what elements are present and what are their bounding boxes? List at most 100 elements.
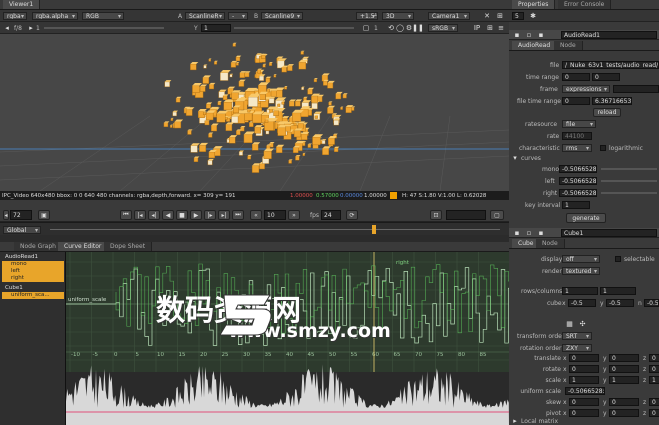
axis-move-icon[interactable]: ✣ bbox=[578, 319, 587, 328]
a-op-select[interactable]: - bbox=[228, 12, 248, 20]
file-field[interactable]: /_Nuke_63v1_tests/audio_read/a bbox=[562, 61, 659, 69]
cube-float-icon[interactable]: ▪ bbox=[537, 229, 545, 237]
transform-value-field[interactable]: 1 bbox=[569, 376, 599, 384]
tab-cube-node[interactable]: Node bbox=[536, 239, 565, 248]
viewer-canvas[interactable] bbox=[0, 34, 509, 191]
mono-slider[interactable] bbox=[601, 168, 657, 170]
cube-node-name[interactable]: Cube1 bbox=[561, 229, 657, 237]
file-time-range-start[interactable]: 0 bbox=[562, 97, 590, 105]
mono-field[interactable]: -0.5066528: bbox=[559, 165, 597, 173]
step-value[interactable]: 10 bbox=[264, 210, 286, 220]
step-back-button[interactable]: « bbox=[250, 210, 262, 220]
curve-tree-item[interactable]: Cube1 bbox=[2, 285, 64, 292]
layer-select[interactable]: rgba.alpha bbox=[32, 12, 78, 20]
frame-mode-select[interactable]: expressions bbox=[562, 85, 610, 93]
right-slider[interactable] bbox=[601, 192, 657, 194]
grid-icon[interactable]: ⊞ bbox=[486, 24, 494, 32]
cube-x-field[interactable]: -0.5 bbox=[568, 299, 596, 307]
loop-button[interactable]: ⟳ bbox=[346, 210, 358, 220]
timeline-scrub[interactable]: Global bbox=[0, 222, 509, 235]
cube-close-icon[interactable]: ▪ bbox=[513, 229, 521, 237]
left-field[interactable]: -0.5066528: bbox=[559, 177, 597, 185]
left-slider[interactable] bbox=[601, 180, 657, 182]
transform-value-field[interactable]: 0 bbox=[569, 354, 599, 362]
transform-value-field[interactable]: -0.5066528: bbox=[565, 387, 605, 395]
curve-tree-item[interactable]: uniform_sca... bbox=[2, 292, 64, 299]
transform-value-field[interactable]: 0 bbox=[569, 398, 599, 406]
pause-icon[interactable]: ❚❚ bbox=[412, 24, 424, 32]
fps-value[interactable]: 24 bbox=[321, 210, 341, 220]
last-frame-button[interactable]: ⏭ bbox=[232, 210, 244, 220]
file-time-range-end[interactable]: 6.36716653 bbox=[592, 97, 632, 105]
tab-audio-node[interactable]: Node bbox=[554, 41, 583, 50]
step-forward-button[interactable]: » bbox=[288, 210, 300, 220]
play-button[interactable]: ▶ bbox=[190, 210, 202, 220]
stop-button[interactable]: ■ bbox=[176, 210, 188, 220]
gamma-slider[interactable] bbox=[234, 27, 354, 29]
transform-value-field[interactable]: 0 bbox=[609, 365, 639, 373]
transform-value-field[interactable]: 0 bbox=[649, 365, 659, 373]
playhead-marker[interactable] bbox=[372, 225, 376, 234]
node-close-icon[interactable]: ▪ bbox=[513, 31, 521, 39]
playback-range-button[interactable]: ⊡ bbox=[430, 210, 442, 220]
next-frame-button[interactable]: |▸ bbox=[204, 210, 216, 220]
overlay-icon[interactable]: ◯ bbox=[396, 24, 404, 32]
curve-tree-item[interactable]: left bbox=[2, 268, 64, 275]
transform-value-field[interactable]: 0 bbox=[569, 365, 599, 373]
curves-collapse-icon[interactable]: ▾ bbox=[512, 154, 518, 162]
transform-value-field[interactable]: 1 bbox=[609, 376, 639, 384]
transform-value-field[interactable]: 0 bbox=[649, 398, 659, 406]
play-back-button[interactable]: ◀ bbox=[162, 210, 174, 220]
local-matrix-collapse-icon[interactable]: ▸ bbox=[512, 417, 518, 425]
transform-value-field[interactable]: 1 bbox=[649, 376, 659, 384]
zoom-select[interactable]: +1.5¹ bbox=[356, 12, 378, 20]
pin-icon[interactable]: ⊞ bbox=[496, 12, 504, 20]
clear-panels-icon[interactable]: ✱ bbox=[528, 12, 538, 20]
transform-value-field[interactable]: 0 bbox=[609, 354, 639, 362]
view-mode-select[interactable]: 3D bbox=[382, 12, 414, 20]
gamma-value[interactable]: 1 bbox=[201, 24, 231, 32]
ip-icon[interactable]: IP bbox=[472, 24, 482, 32]
columns-field[interactable]: 1 bbox=[600, 287, 636, 295]
transform-value-field[interactable]: 0 bbox=[649, 409, 659, 417]
max-panels-field[interactable]: 5 bbox=[512, 12, 524, 20]
cube-collapse-icon[interactable]: ▫ bbox=[525, 229, 533, 237]
node-collapse-icon[interactable]: ▫ bbox=[525, 31, 533, 39]
timeline-track[interactable] bbox=[50, 229, 500, 230]
display-select[interactable]: off bbox=[562, 255, 600, 263]
selectable-checkbox[interactable] bbox=[615, 256, 621, 262]
b-input-select[interactable]: Scanline9 bbox=[261, 12, 303, 20]
arrow-icon[interactable]: ◂ bbox=[3, 24, 11, 32]
scope-select[interactable]: Global bbox=[3, 226, 41, 234]
roi-icon[interactable]: ⟲ bbox=[387, 24, 395, 32]
arrow-right-icon[interactable]: ▸ bbox=[28, 24, 34, 32]
gain-slider[interactable] bbox=[44, 27, 164, 29]
end-frame-button[interactable]: ▢ bbox=[490, 210, 504, 220]
ratesource-select[interactable]: file bbox=[562, 120, 596, 128]
tab-error-console[interactable]: Error Console bbox=[558, 0, 612, 9]
tab-node-graph[interactable]: Node Graph bbox=[14, 242, 63, 251]
next-key-button[interactable]: ▸| bbox=[218, 210, 230, 220]
right-field[interactable]: -0.5066528: bbox=[559, 189, 597, 197]
curve-tree-item[interactable]: right bbox=[2, 275, 64, 282]
tab-audioread[interactable]: AudioRead bbox=[512, 41, 558, 50]
transform-value-field[interactable]: 0 bbox=[569, 409, 599, 417]
reload-button[interactable]: reload bbox=[593, 108, 621, 117]
logarithmic-checkbox[interactable] bbox=[600, 145, 606, 151]
curve-tree-item[interactable]: AudioRead1 bbox=[2, 254, 64, 261]
tab-dope-sheet[interactable]: Dope Sheet bbox=[104, 242, 153, 251]
a-input-select[interactable]: ScanlineR bbox=[185, 12, 225, 20]
cube-y-field[interactable]: -0.5 bbox=[606, 299, 634, 307]
channels-select[interactable]: rgba bbox=[3, 12, 27, 20]
current-frame-field[interactable]: 72 bbox=[10, 210, 32, 220]
lut-select[interactable]: sRGB bbox=[428, 24, 458, 32]
curve-tree-item[interactable]: mono bbox=[2, 261, 64, 268]
transform-value-field[interactable]: 0 bbox=[609, 409, 639, 417]
timeline-left-button[interactable]: ◂ bbox=[3, 210, 9, 220]
prev-key-button[interactable]: |◂ bbox=[134, 210, 146, 220]
proxy-icon[interactable]: ▢ bbox=[362, 24, 370, 32]
camera-select[interactable]: Camera1 bbox=[428, 12, 470, 20]
time-range-start[interactable]: 0 bbox=[562, 73, 590, 81]
node-float-icon[interactable]: ▪ bbox=[537, 31, 545, 39]
tab-curve-editor[interactable]: Curve Editor bbox=[58, 242, 109, 251]
